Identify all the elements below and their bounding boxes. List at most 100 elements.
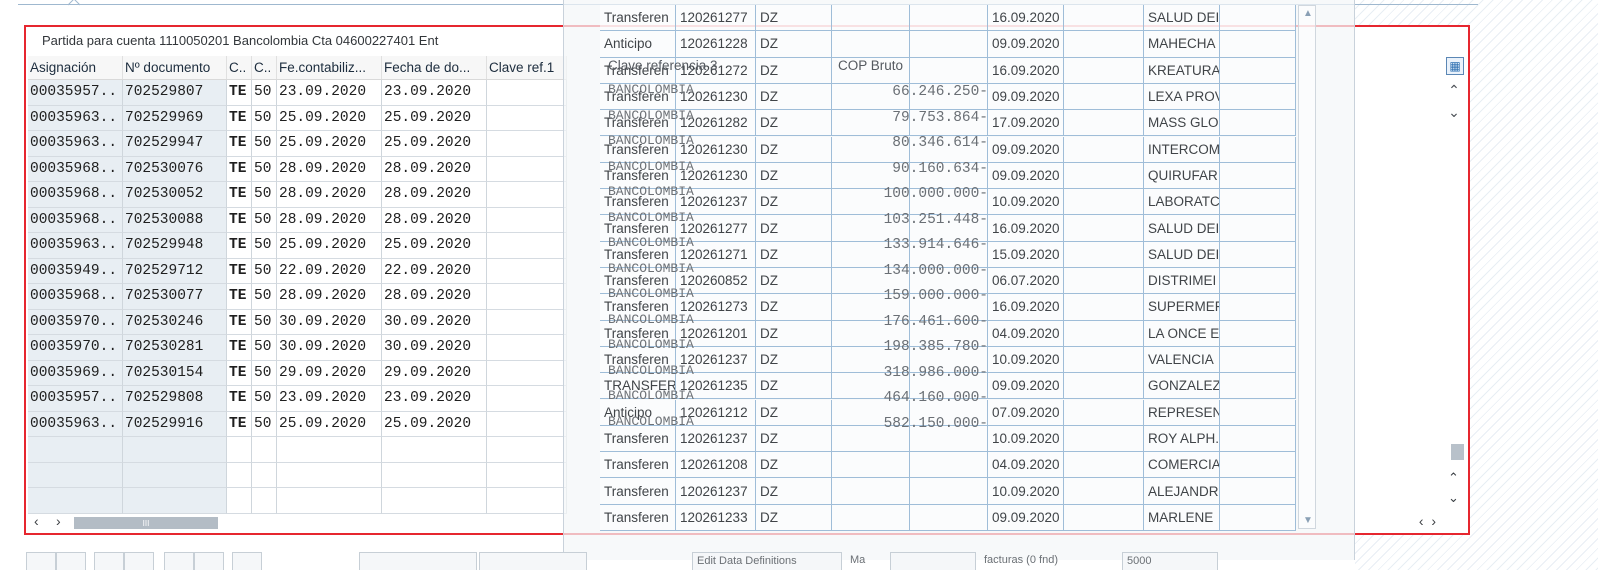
overlay-cell[interactable]: DZ: [756, 452, 832, 479]
overlay-cell[interactable]: Transferen: [600, 504, 676, 531]
table-cell[interactable]: TE: [227, 233, 252, 259]
overlay-cell[interactable]: DZ: [756, 425, 832, 453]
overlay-table-row[interactable]: Transferen 120261208 DZ 04.09.2020 COMERCIA: [600, 452, 1296, 479]
table-cell[interactable]: TE: [227, 80, 252, 106]
table-cell[interactable]: 702530246: [123, 309, 227, 335]
table-row[interactable]: 00035970.. 702530281 TE 50 30.09.2020 30.09.2…: [28, 335, 567, 361]
table-cell[interactable]: [252, 462, 277, 488]
table-cell[interactable]: TE: [227, 411, 252, 437]
overlay-cell[interactable]: [1220, 215, 1296, 242]
table-cell[interactable]: 25.09.2020: [277, 131, 382, 157]
table-cell[interactable]: TE: [227, 131, 252, 157]
overlay-cell[interactable]: [910, 5, 988, 32]
overlay-cell[interactable]: [910, 57, 988, 84]
overlay-cell[interactable]: DZ: [756, 57, 832, 84]
table-cell[interactable]: [487, 131, 567, 157]
scroll-down-icon[interactable]: ⌄: [1447, 104, 1461, 120]
overlay-cell[interactable]: LA ONCE E: [1144, 320, 1220, 347]
table-cell[interactable]: 23.09.2020: [382, 386, 487, 412]
table-cell[interactable]: 28.09.2020: [277, 182, 382, 208]
overlay-cell[interactable]: [832, 478, 910, 505]
overlay-cell[interactable]: 120261277: [676, 5, 756, 32]
table-cell[interactable]: 50: [252, 335, 277, 361]
table-row[interactable]: 00035963.. 702529916 TE 50 25.09.2020 25.09.2…: [28, 411, 567, 437]
overlay-scroll-down-icon[interactable]: ▼: [1303, 515, 1313, 526]
table-cell[interactable]: 29.09.2020: [382, 360, 487, 386]
table-cell[interactable]: [123, 488, 227, 514]
overlay-cell[interactable]: 04.09.2020: [988, 320, 1064, 347]
table-cell[interactable]: [487, 105, 567, 131]
table-cell[interactable]: [28, 488, 123, 514]
table-cell[interactable]: 702529916: [123, 411, 227, 437]
col-header-clave[interactable]: C..: [252, 56, 277, 79]
overlay-cell[interactable]: 16.09.2020: [988, 57, 1064, 84]
overlay-cell[interactable]: [1064, 57, 1144, 84]
table-cell[interactable]: TE: [227, 182, 252, 208]
overlay-cell[interactable]: [1220, 373, 1296, 400]
overlay-cell[interactable]: DZ: [756, 478, 832, 505]
table-cell[interactable]: [487, 462, 567, 488]
layout-settings-icon[interactable]: ▦: [1446, 57, 1464, 75]
table-cell[interactable]: 00035963..: [28, 233, 123, 259]
overlay-cell[interactable]: [1064, 241, 1144, 268]
overlay-cell[interactable]: [1064, 373, 1144, 400]
table-cell[interactable]: 28.09.2020: [277, 156, 382, 182]
overlay-cell[interactable]: DZ: [756, 399, 832, 426]
table-row[interactable]: 00035968.. 702530052 TE 50 28.09.2020 28.09.2…: [28, 182, 567, 208]
overlay-cell[interactable]: 120261208: [676, 452, 756, 479]
overlay-cell[interactable]: [1064, 346, 1144, 374]
toolbar-button-3[interactable]: [94, 552, 124, 570]
toolbar-button-6[interactable]: [194, 552, 224, 570]
table-row[interactable]: 00035969.. 702530154 TE 50 29.09.2020 29.09.2…: [28, 360, 567, 386]
table-row[interactable]: 00035968.. 702530076 TE 50 28.09.2020 28.09.2…: [28, 156, 567, 182]
overlay-cell[interactable]: [1064, 189, 1144, 216]
overlay-cell[interactable]: [1064, 452, 1144, 479]
scroll-down-icon-2[interactable]: ⌄: [1448, 490, 1459, 506]
table-row[interactable]: 00035963.. 702529947 TE 50 25.09.2020 25.09.2…: [28, 131, 567, 157]
table-row[interactable]: 00035957.. 702529808 TE 50 23.09.2020 23.09.2…: [28, 386, 567, 412]
overlay-cell[interactable]: DZ: [756, 31, 832, 58]
overlay-cell[interactable]: [1064, 83, 1144, 111]
toolbar-button-5[interactable]: [164, 552, 194, 570]
table-cell[interactable]: 50: [252, 284, 277, 310]
overlay-cell[interactable]: [1064, 31, 1144, 58]
overlay-cell[interactable]: 10.09.2020: [988, 346, 1064, 374]
toolbar-button-7[interactable]: [232, 552, 262, 570]
overlay-cell[interactable]: 15.09.2020: [988, 241, 1064, 268]
overlay-cell[interactable]: SALUD DEI: [1144, 241, 1220, 268]
overlay-scroll-up-icon[interactable]: ▲: [1303, 8, 1313, 19]
table-cell[interactable]: TE: [227, 258, 252, 284]
table-cell[interactable]: 50: [252, 386, 277, 412]
table-cell[interactable]: [487, 233, 567, 259]
table-cell[interactable]: 00035968..: [28, 207, 123, 233]
table-cell[interactable]: [252, 437, 277, 463]
overlay-cell[interactable]: [910, 478, 988, 505]
overlay-cell[interactable]: GONZALEZ: [1144, 373, 1220, 400]
overlay-cell[interactable]: DISTRIMEI: [1144, 268, 1220, 295]
table-cell[interactable]: 50: [252, 156, 277, 182]
empty-table-row[interactable]: [28, 462, 567, 488]
overlay-cell[interactable]: INTERCOM: [1144, 136, 1220, 163]
overlay-cell[interactable]: 10.09.2020: [988, 189, 1064, 216]
table-cell[interactable]: [277, 437, 382, 463]
col-header-documento[interactable]: Nº documento: [123, 56, 227, 79]
overlay-table-row[interactable]: Anticipo 120261228 DZ 09.09.2020 MAHECHA: [600, 31, 1296, 58]
overlay-cell[interactable]: 16.09.2020: [988, 5, 1064, 32]
table-row[interactable]: 00035957.. 702529807 TE 50 23.09.2020 23.09.2…: [28, 80, 567, 106]
overlay-cell[interactable]: [1220, 241, 1296, 268]
overlay-cell[interactable]: [1064, 478, 1144, 505]
toolbar-button-1[interactable]: [26, 552, 56, 570]
table-cell[interactable]: [28, 462, 123, 488]
table-cell[interactable]: 00035949..: [28, 258, 123, 284]
table-row[interactable]: 00035968.. 702530077 TE 50 28.09.2020 28.09.2…: [28, 284, 567, 310]
overlay-cell[interactable]: COMERCIA: [1144, 452, 1220, 479]
table-cell[interactable]: 25.09.2020: [382, 105, 487, 131]
overlay-vertical-scrollbar[interactable]: ▲ ▼: [1298, 5, 1316, 529]
overlay-cell[interactable]: 120261228: [676, 31, 756, 58]
table-cell[interactable]: 702530077: [123, 284, 227, 310]
table-cell[interactable]: 28.09.2020: [382, 182, 487, 208]
table-cell[interactable]: 702530052: [123, 182, 227, 208]
table-cell[interactable]: 702529807: [123, 80, 227, 106]
table-row[interactable]: 00035970.. 702530246 TE 50 30.09.2020 30.09.2…: [28, 309, 567, 335]
table-cell[interactable]: 702530088: [123, 207, 227, 233]
